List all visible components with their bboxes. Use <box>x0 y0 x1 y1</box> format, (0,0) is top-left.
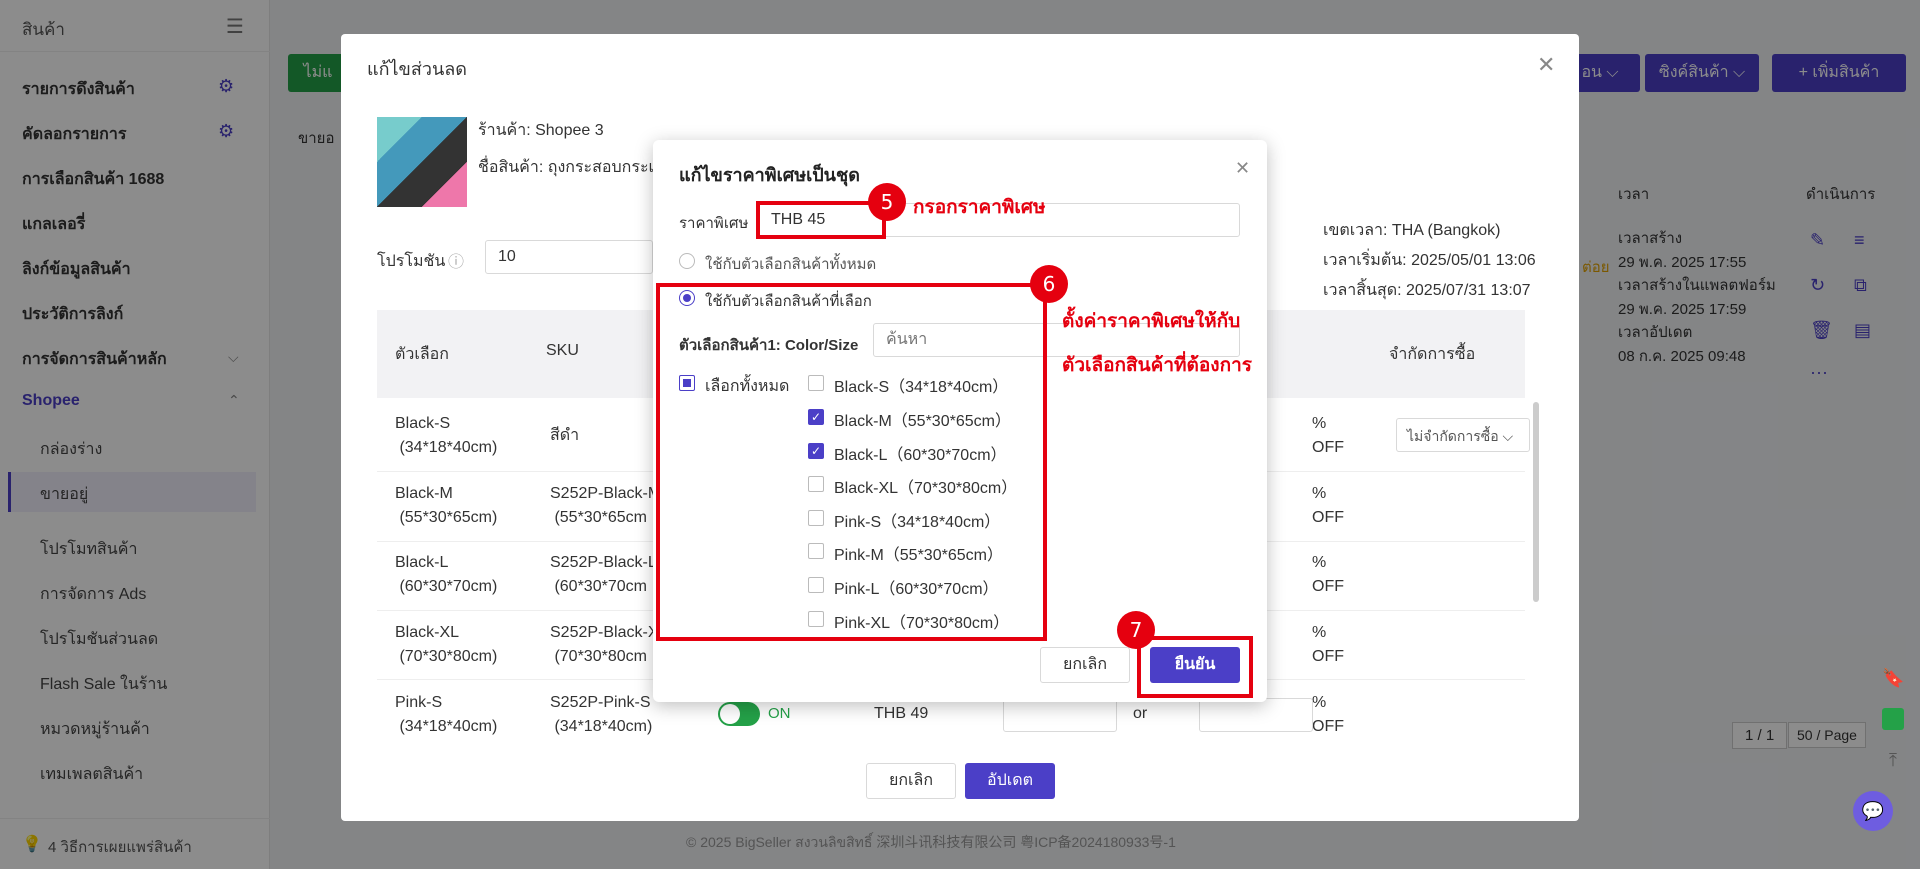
help-icon[interactable]: ⓘ <box>448 248 464 272</box>
table-row-option: Black-L (60*30*70cm) <box>395 554 498 595</box>
percent-off: % OFF <box>1312 554 1344 595</box>
table-row-sku: S252P-Black-L (60*30*70cm <box>550 554 657 595</box>
start-time: เวลาเริ่มต้น: 2025/05/01 13:06 <box>1323 252 1536 269</box>
dialog-title: แก้ไขราคาพิเศษเป็นชุด <box>679 165 860 185</box>
dialog-cancel-button[interactable]: ยกเลิก <box>1040 647 1130 683</box>
annotation-box-confirm <box>1137 636 1253 698</box>
table-row-sku: S252P-Black-M (55*30*65cm <box>550 485 662 526</box>
table-row-option: Pink-S (34*18*40cm) <box>395 694 498 735</box>
promotion-input[interactable]: 10 <box>485 240 653 274</box>
bookmark-icon[interactable]: 🔖 <box>1882 668 1904 690</box>
discount-price-input[interactable] <box>1003 698 1117 732</box>
end-time: เวลาสิ้นสุด: 2025/07/31 13:07 <box>1323 282 1531 299</box>
table-row-option: Black-S (34*18*40cm) <box>395 415 498 456</box>
cancel-button[interactable]: ยกเลิก <box>866 763 956 799</box>
table-row-sku: S252P-Black-X (70*30*80cm <box>550 624 659 665</box>
table-row-option: Black-M (55*30*65cm) <box>395 485 498 526</box>
chat-icon[interactable]: 💬 <box>1853 791 1893 831</box>
col-option: ตัวเลือก <box>395 346 449 363</box>
product-thumbnail <box>377 117 467 207</box>
radio-apply-all[interactable] <box>679 253 695 269</box>
close-icon[interactable]: ✕ <box>1235 158 1250 179</box>
special-price-label: ราคาพิเศษ <box>679 215 749 232</box>
product-name: ชื่อสินค้า: ถุงกระสอบกระเป๋ <box>478 159 665 176</box>
shop-name: ร้านค้า: Shopee 3 <box>478 122 604 139</box>
radio-apply-all-label: ใช้กับตัวเลือกสินค้าทั้งหมด <box>705 256 877 273</box>
step-badge: 5 <box>868 183 906 221</box>
col-sku: SKU <box>546 342 579 359</box>
toggle-label: ON <box>768 705 791 722</box>
update-button[interactable]: อัปเดต <box>965 763 1055 799</box>
col-limit: จำกัดการซื้อ <box>1389 346 1476 363</box>
modal-title: แก้ไขส่วนลด <box>367 59 467 79</box>
timezone: เขตเวลา: THA (Bangkok) <box>1323 222 1501 239</box>
promotion-label: โปรโมชัน <box>377 253 446 270</box>
step-badge: 7 <box>1117 611 1155 649</box>
or-text: or <box>1133 705 1148 722</box>
close-icon[interactable]: ✕ <box>1537 52 1555 78</box>
percent-off: % OFF <box>1312 485 1344 526</box>
annotation-box-options <box>656 283 1047 641</box>
percent-off: % OFF <box>1312 694 1344 735</box>
annotation-text: ตัวเลือกสินค้าที่ต้องการ <box>1062 354 1252 376</box>
table-scrollbar[interactable] <box>1533 402 1539 602</box>
percent-off: % OFF <box>1312 624 1344 665</box>
table-row-sku: S252P-Pink-S (34*18*40cm) <box>550 694 653 735</box>
status-toggle[interactable] <box>718 702 760 726</box>
back-to-top-icon[interactable]: ⤒ <box>1882 750 1904 772</box>
table-row-sku: สีดำ <box>550 427 580 444</box>
annotation-text: ตั้งค่าราคาพิเศษให้กับ <box>1062 310 1241 332</box>
discount-percent-input[interactable] <box>1199 698 1313 732</box>
sheet-icon[interactable] <box>1882 708 1904 730</box>
table-row-option: Black-XL (70*30*80cm) <box>395 624 498 665</box>
percent-off: % OFF <box>1312 415 1344 456</box>
annotation-box-price <box>756 201 886 239</box>
annotation-text: กรอกราคาพิเศษ <box>913 196 1046 218</box>
purchase-limit-select[interactable]: ไม่จำกัดการซื้อ ⌵ <box>1396 418 1530 452</box>
step-badge: 6 <box>1030 265 1068 303</box>
price-text: THB 49 <box>874 705 929 722</box>
